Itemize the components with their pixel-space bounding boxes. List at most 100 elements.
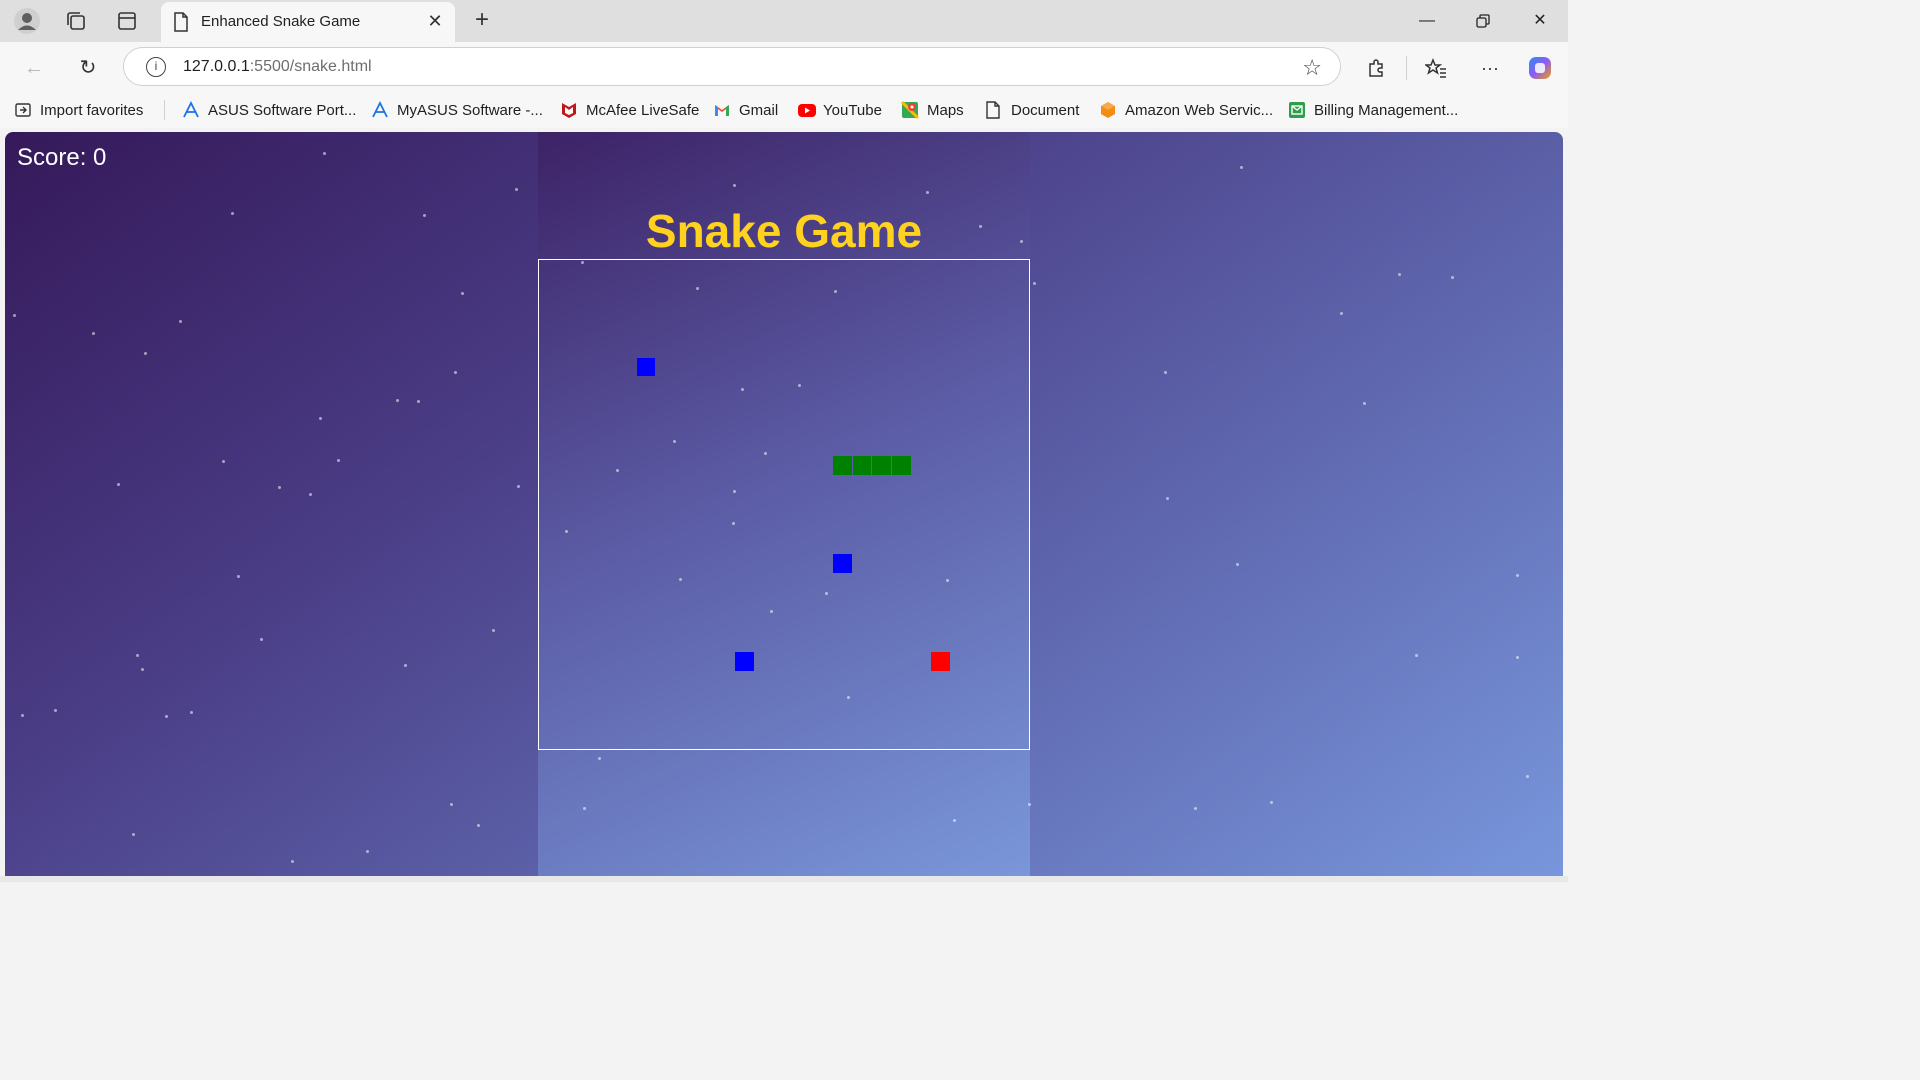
- star-dot: [404, 664, 407, 667]
- star-dot: [1164, 371, 1167, 374]
- star-dot: [291, 860, 294, 863]
- star-dot: [517, 485, 520, 488]
- star-dot: [179, 320, 182, 323]
- restore-icon[interactable]: [1463, 8, 1503, 34]
- star-dot: [1236, 563, 1239, 566]
- obstacle-block: [833, 554, 852, 573]
- star-dot: [423, 214, 426, 217]
- star-dot: [1516, 656, 1519, 659]
- star-dot: [1415, 654, 1418, 657]
- profile-icon[interactable]: [13, 8, 41, 34]
- favorite-gmail[interactable]: Gmail: [713, 100, 778, 120]
- new-tab-icon[interactable]: +: [468, 6, 496, 34]
- star-dot: [396, 399, 399, 402]
- star-dot: [1240, 166, 1243, 169]
- back-icon[interactable]: ←: [20, 54, 48, 82]
- favorite-youtube[interactable]: YouTube: [797, 100, 882, 120]
- snake-segment: [833, 455, 852, 475]
- aws-icon: [1099, 101, 1117, 119]
- obstacle-block: [636, 357, 656, 377]
- address-bar[interactable]: i 127.0.0.1:5500/snake.html ☆: [123, 47, 1341, 86]
- star-dot: [461, 292, 464, 295]
- minimize-icon[interactable]: —: [1407, 8, 1447, 34]
- star-dot: [319, 417, 322, 420]
- star-dot: [733, 184, 736, 187]
- star-dot: [454, 371, 457, 374]
- star-dot: [598, 757, 601, 760]
- star-dot: [165, 715, 168, 718]
- asus-icon: [371, 100, 389, 119]
- favorite-star-icon[interactable]: ☆: [1302, 55, 1322, 81]
- star-dot: [222, 460, 225, 463]
- snake-segment: [852, 455, 872, 475]
- browser-toolbar: ← ↻ i 127.0.0.1:5500/snake.html ☆ ···: [0, 42, 1568, 92]
- obstacle-block: [734, 652, 754, 671]
- billing-icon: [1288, 101, 1306, 119]
- refresh-icon[interactable]: ↻: [74, 54, 102, 82]
- star-dot: [117, 483, 120, 486]
- favorites-icon[interactable]: [1422, 54, 1450, 82]
- star-dot: [1363, 402, 1366, 405]
- star-dot: [278, 486, 281, 489]
- star-dot: [13, 314, 16, 317]
- favorites-bar: Import favorites ASUS Software Port... M…: [0, 92, 1568, 128]
- active-tab[interactable]: Enhanced Snake Game ✕: [161, 2, 455, 42]
- close-window-icon[interactable]: ✕: [1520, 8, 1560, 34]
- star-dot: [953, 819, 956, 822]
- star-dot: [190, 711, 193, 714]
- star-dot: [1166, 497, 1169, 500]
- star-dot: [1340, 312, 1343, 315]
- star-dot: [1451, 276, 1454, 279]
- star-dot: [450, 803, 453, 806]
- star-dot: [583, 807, 586, 810]
- snake-segment: [872, 455, 891, 475]
- game-title: Snake Game: [645, 205, 923, 257]
- star-dot: [1526, 775, 1529, 778]
- star-dot: [21, 714, 24, 717]
- favorite-mcafee-livesafe[interactable]: McAfee LiveSafe: [560, 100, 699, 120]
- import-icon: [14, 101, 32, 119]
- more-menu-icon[interactable]: ···: [1476, 54, 1504, 82]
- favorite-document[interactable]: Document: [985, 100, 1079, 120]
- close-tab-icon[interactable]: ✕: [425, 11, 445, 32]
- star-dot: [417, 400, 420, 403]
- page-icon: [173, 12, 189, 37]
- star-dot: [1398, 273, 1401, 276]
- favorite-amazon-web-services[interactable]: Amazon Web Servic...: [1099, 100, 1273, 120]
- game-board[interactable]: [538, 259, 1030, 750]
- star-dot: [231, 212, 234, 215]
- star-dot: [237, 575, 240, 578]
- favorite-myasus-software[interactable]: MyASUS Software -...: [371, 100, 543, 120]
- page-viewport: Score: 0 Snake Game: [5, 132, 1563, 876]
- star-dot: [309, 493, 312, 496]
- star-dot: [141, 668, 144, 671]
- maps-icon: [900, 100, 920, 120]
- score-display: Score: 0: [17, 144, 107, 171]
- copilot-icon[interactable]: [1526, 54, 1554, 82]
- star-dot: [1028, 803, 1031, 806]
- star-dot: [260, 638, 263, 641]
- title-bar: Enhanced Snake Game ✕ + — ✕: [0, 0, 1568, 42]
- favorite-maps[interactable]: Maps: [900, 100, 964, 120]
- snake-segment: [892, 455, 911, 475]
- favorite-billing-management[interactable]: Billing Management...: [1288, 100, 1458, 120]
- star-dot: [477, 824, 480, 827]
- star-dot: [144, 352, 147, 355]
- asus-icon: [182, 100, 200, 119]
- favorite-asus-software-portal[interactable]: ASUS Software Port...: [182, 100, 356, 120]
- workspaces-icon[interactable]: [62, 8, 90, 34]
- star-dot: [926, 191, 929, 194]
- star-dot: [136, 654, 139, 657]
- star-dot: [1270, 801, 1273, 804]
- extensions-icon[interactable]: [1362, 54, 1390, 82]
- star-dot: [366, 850, 369, 853]
- favorite-import[interactable]: Import favorites: [14, 100, 143, 120]
- star-dot: [1516, 574, 1519, 577]
- star-dot: [492, 629, 495, 632]
- star-dot: [337, 459, 340, 462]
- gmail-icon: [713, 101, 731, 119]
- star-dot: [1033, 282, 1036, 285]
- url-text[interactable]: 127.0.0.1:5500/snake.html: [183, 58, 372, 76]
- site-info-icon[interactable]: i: [146, 57, 166, 77]
- tab-actions-icon[interactable]: [113, 8, 141, 34]
